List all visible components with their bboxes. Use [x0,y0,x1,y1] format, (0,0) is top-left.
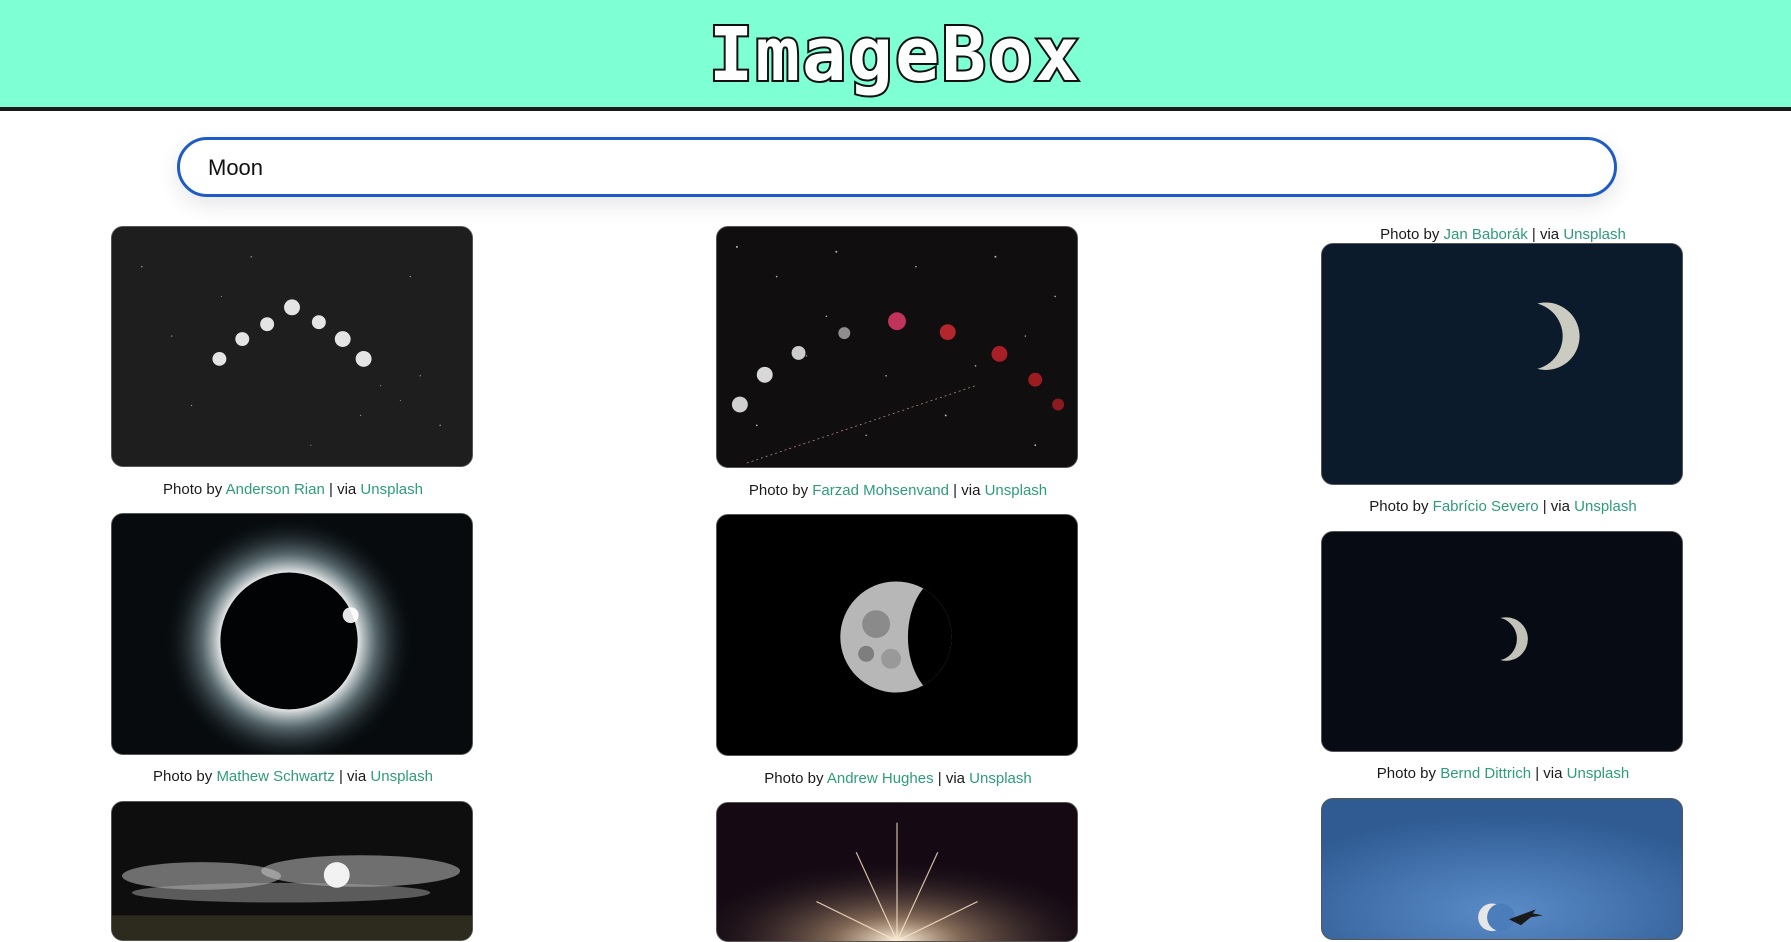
photo-caption: Photo by Mathew Schwartz | via Unsplash [71,768,515,785]
caption-via: | via [937,770,965,787]
search-box[interactable] [177,137,1617,197]
search-input[interactable] [206,140,1590,196]
photo-caption: Photo by Andrew Hughes | via Unsplash [676,770,1120,787]
caption-label: Photo by [163,481,223,498]
source-link[interactable]: Unsplash [985,482,1048,499]
photo-caption: Photo by Anderson Rian | via Unsplash [71,481,515,498]
source-link[interactable]: Unsplash [360,481,423,498]
caption-label: Photo by [1369,498,1429,515]
author-link[interactable]: Farzad Mohsenvand [812,482,949,499]
caption-label: Photo by [153,768,213,785]
source-link[interactable]: Unsplash [1574,498,1637,515]
caption-via: | via [953,482,981,499]
gibbous-moon-photo[interactable] [716,514,1078,756]
caption-label: Photo by [748,482,809,499]
solar-eclipse-photo[interactable] [111,513,473,755]
moon-phases-photo[interactable] [111,226,473,467]
caption-via: | via [329,481,357,498]
thin-crescent-photo[interactable] [1321,531,1683,752]
photo-caption: Photo by Jan Baborák | via Unsplash [1281,226,1725,243]
photo-caption: Photo by Bernd Dittrich | via Unsplash [1281,765,1725,782]
source-link[interactable]: Unsplash [969,770,1032,787]
author-link[interactable]: Jan Baborák [1444,226,1528,243]
lunar-eclipse-sequence-photo[interactable] [716,226,1078,468]
caption-via: | via [1542,498,1570,515]
author-link[interactable]: Mathew Schwartz [216,768,334,785]
author-link[interactable]: Bernd Dittrich [1440,765,1531,782]
moon-airplane-photo[interactable] [1321,798,1683,940]
caption-label: Photo by [764,770,824,787]
source-link[interactable]: Unsplash [1563,226,1626,243]
app-title: ImageBox [709,12,1081,98]
source-link[interactable]: Unsplash [1567,765,1630,782]
source-link[interactable]: Unsplash [370,768,433,785]
starburst-photo[interactable] [716,802,1078,942]
author-link[interactable]: Fabrício Severo [1433,498,1539,515]
photo-caption: Photo by Farzad Mohsenvand | via Unsplas… [676,482,1120,499]
author-link[interactable]: Anderson Rian [226,481,325,498]
photo-caption: Photo by Fabrício Severo | via Unsplash [1281,498,1725,515]
logo: ImageBox [707,10,1081,100]
author-link[interactable]: Andrew Hughes [827,770,934,787]
caption-via: | via [338,768,367,785]
caption-via: | via [1535,765,1563,782]
caption-label: Photo by [1376,765,1437,782]
caption-label: Photo by [1380,226,1440,243]
header: ImageBox [0,0,1791,111]
moon-clouds-photo[interactable] [111,801,473,941]
crescent-moon-photo[interactable] [1321,243,1683,485]
caption-via: | via [1531,226,1560,243]
